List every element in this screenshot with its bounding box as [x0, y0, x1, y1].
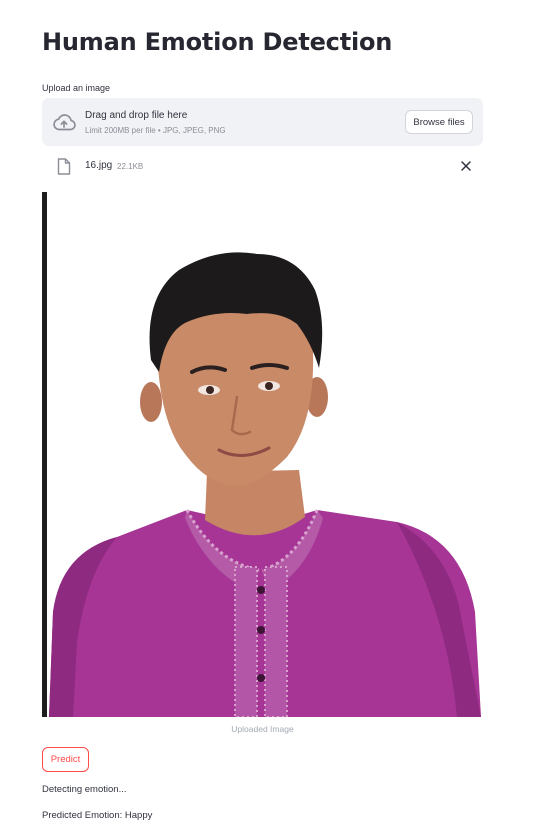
predict-button[interactable]: Predict	[42, 747, 89, 772]
file-name: 16.jpg	[85, 160, 113, 171]
remove-file-icon[interactable]	[461, 161, 471, 171]
file-size: 22.1KB	[117, 162, 144, 171]
portrait-photo	[47, 192, 483, 717]
file-icon	[57, 158, 71, 175]
dropzone-title: Drag and drop file here	[85, 110, 188, 121]
upload-label: Upload an image	[42, 83, 111, 93]
cloud-upload-icon	[53, 114, 76, 131]
file-dropzone[interactable]: Drag and drop file here Limit 200MB per …	[42, 98, 483, 146]
browse-files-button[interactable]: Browse files	[405, 110, 473, 134]
uploaded-image	[42, 192, 483, 717]
status-text: Detecting emotion...	[42, 784, 127, 795]
image-caption: Uploaded Image	[231, 724, 294, 734]
dropzone-hint: Limit 200MB per file • JPG, JPEG, PNG	[85, 126, 226, 135]
page-title: Human Emotion Detection	[42, 28, 393, 56]
uploaded-file-row: 16.jpg 22.1KB	[42, 155, 483, 179]
prediction-result: Predicted Emotion: Happy	[42, 810, 153, 821]
